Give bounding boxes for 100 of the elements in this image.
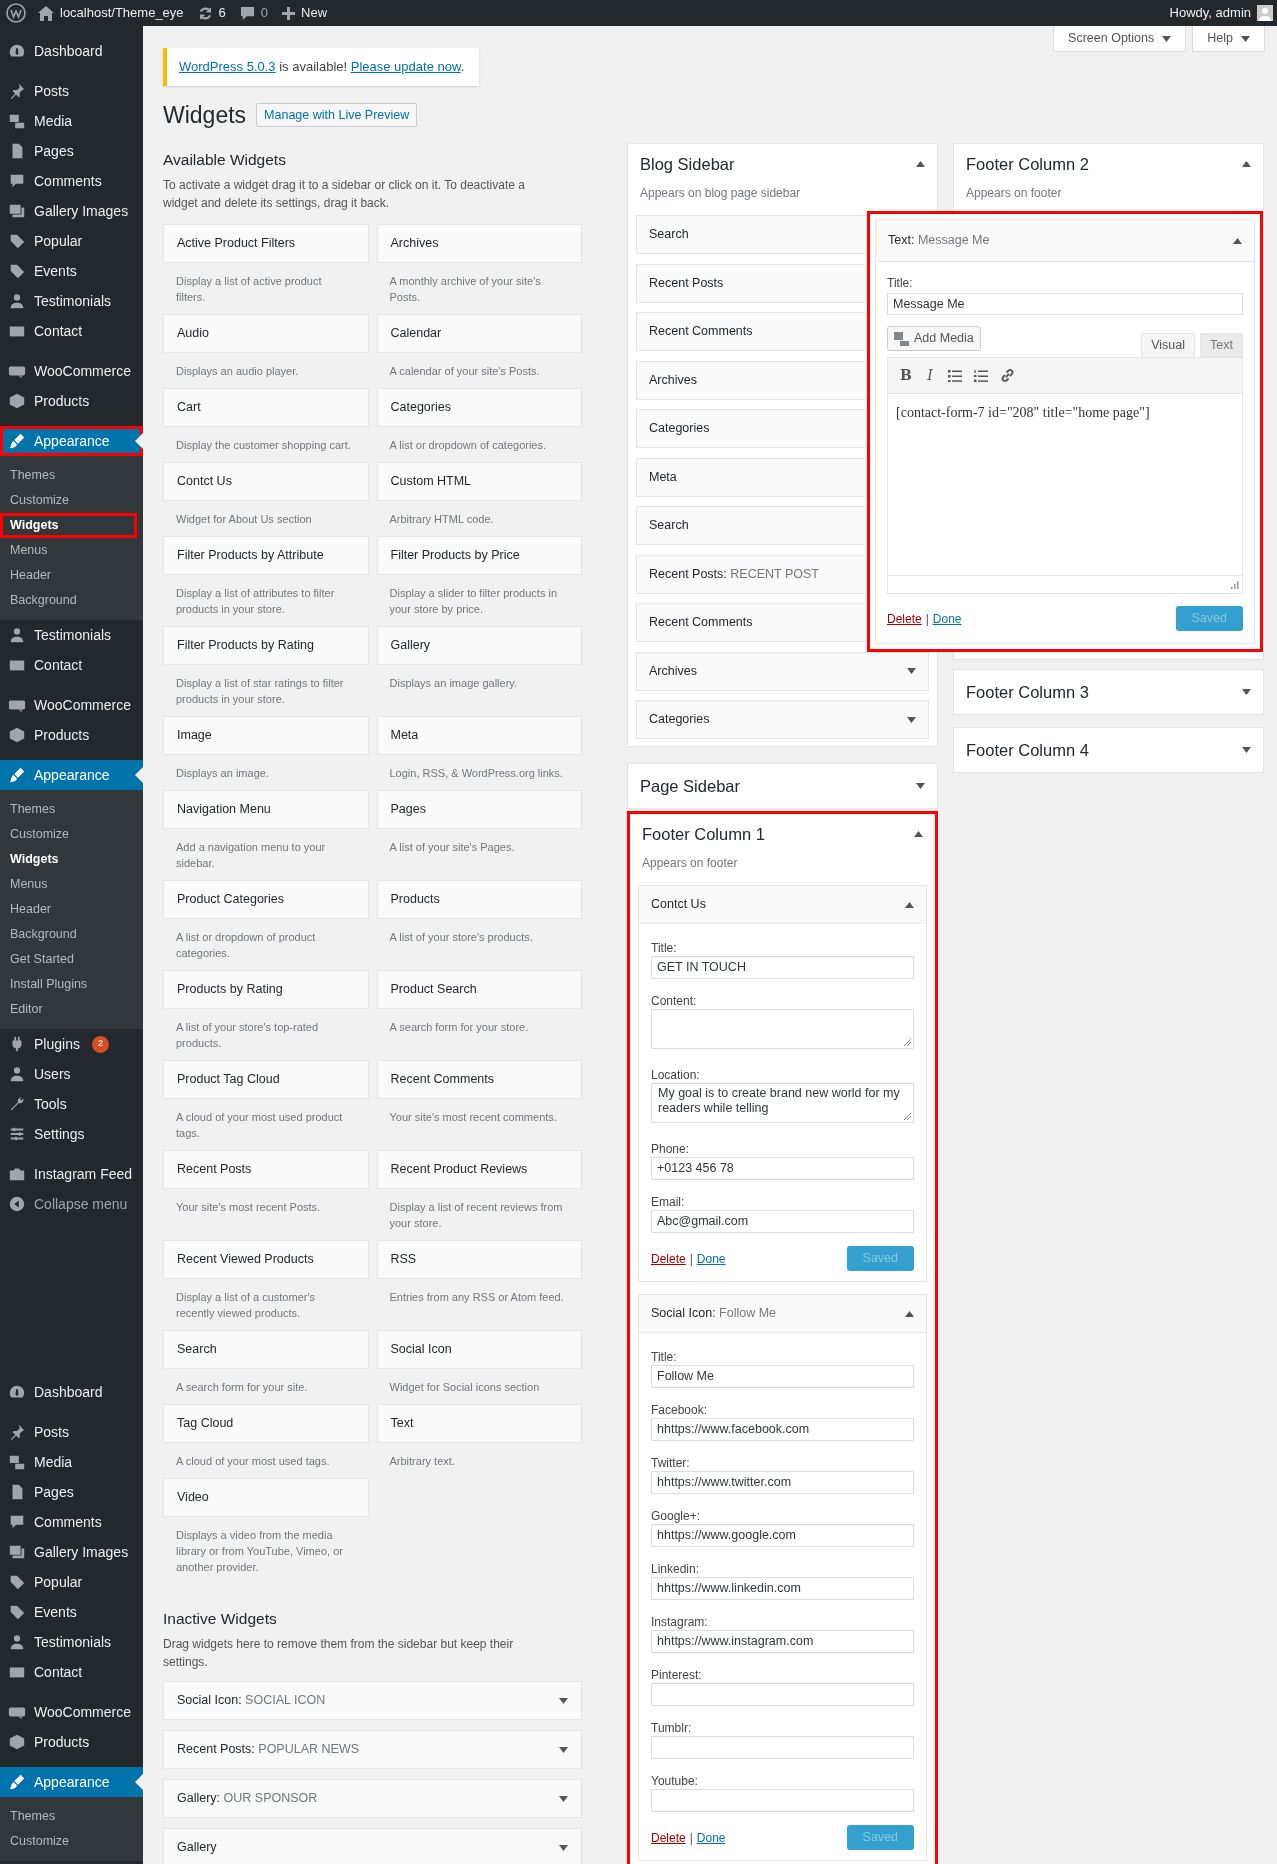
menu-item[interactable]: Products (0, 1727, 143, 1757)
submenu-item[interactable]: Menus (0, 538, 143, 563)
menu-item[interactable]: Comments (0, 166, 143, 196)
menu-item[interactable]: Instagram Feed (0, 1159, 143, 1189)
site-link[interactable]: localhost/Theme_eye (38, 3, 184, 23)
submenu-item[interactable]: Install Plugins (0, 972, 143, 997)
caret-up-icon[interactable] (905, 1310, 914, 1317)
menu-item[interactable]: Pages (0, 1477, 143, 1507)
input-field[interactable]: hhttps://www.instagram.com (651, 1630, 914, 1653)
input-field[interactable]: Message Me (887, 293, 1243, 315)
submenu-item[interactable]: Editor (0, 997, 143, 1022)
panel-title[interactable]: Footer Column 1 (642, 821, 765, 847)
menu-item[interactable]: Gallery Images (0, 1537, 143, 1567)
menu-item[interactable]: Posts (0, 76, 143, 106)
editor-content[interactable]: [contact-form-7 id="208" title="home page"] (887, 394, 1243, 575)
menu-item[interactable]: Plugins 2 (0, 1029, 143, 1059)
screen-tab[interactable]: Screen Options (1053, 26, 1187, 52)
caret-up-icon[interactable] (914, 831, 923, 837)
widget-row[interactable]: Gallery: OUR SPONSOR (163, 1779, 582, 1818)
widget-tile[interactable]: Recent Posts (163, 1150, 369, 1189)
panel-title[interactable]: Footer Column 4 (966, 737, 1089, 763)
done-link[interactable]: Done (696, 1828, 726, 1847)
menu-item[interactable]: Testimonials (0, 620, 143, 650)
widget-row[interactable]: Archives (636, 651, 929, 691)
add-media-button[interactable]: Add Media (887, 326, 981, 351)
menu-item[interactable]: Media (0, 1447, 143, 1477)
menu-item[interactable]: Posts (0, 1417, 143, 1447)
menu-item[interactable]: Events (0, 256, 143, 286)
caret-down-icon[interactable] (559, 1795, 568, 1802)
widget-tile[interactable]: Filter Products by Price (376, 536, 582, 575)
widget-row[interactable]: Social Icon: SOCIAL ICON (163, 1681, 582, 1720)
updates-link[interactable]: 6 (197, 3, 226, 23)
caret-down-icon[interactable] (916, 783, 925, 789)
menu-item[interactable]: WooCommerce (0, 356, 143, 386)
panel-title[interactable]: Footer Column 3 (966, 679, 1089, 705)
delete-link[interactable]: Delete (651, 1828, 686, 1847)
menu-item[interactable]: Comments (0, 1507, 143, 1537)
caret-down-icon[interactable] (559, 1844, 568, 1851)
submenu-item[interactable]: Themes (0, 463, 143, 488)
widget-tile[interactable]: Filter Products by Rating (163, 626, 369, 665)
caret-down-icon[interactable] (907, 716, 916, 723)
caret-up-icon[interactable] (905, 901, 914, 908)
widget-tile[interactable]: Contct Us (163, 462, 369, 501)
widget-tile[interactable]: Products (376, 880, 582, 919)
widget-row[interactable]: Categories (636, 700, 929, 739)
menu-item[interactable]: Settings (0, 1119, 143, 1149)
done-link[interactable]: Done (696, 1249, 726, 1268)
widget-tile[interactable]: Video (163, 1478, 369, 1517)
menu-item[interactable]: WooCommerce (0, 690, 143, 720)
menu-item[interactable]: Popular (0, 226, 143, 256)
input-field[interactable] (651, 1736, 914, 1759)
comments-link[interactable]: 0 (239, 3, 269, 23)
menu-item[interactable]: Media (0, 106, 143, 136)
submenu-item[interactable]: Customize (0, 1829, 143, 1854)
input-field[interactable]: GET IN TOUCH (651, 956, 914, 979)
widget-tile[interactable]: Social Icon (376, 1330, 582, 1369)
widget-tile[interactable]: Recent Comments (376, 1060, 582, 1099)
caret-up-icon[interactable] (1242, 161, 1251, 167)
caret-down-icon[interactable] (1242, 689, 1251, 695)
submenu-item[interactable]: Background (0, 588, 143, 613)
submenu-item[interactable]: Header (0, 897, 143, 922)
logo-icon[interactable] (6, 3, 26, 23)
panel-title[interactable]: Blog Sidebar (640, 151, 735, 177)
submenu-item[interactable]: Themes (0, 797, 143, 822)
widget-row[interactable]: Recent Posts: POPULAR NEWS (163, 1730, 582, 1769)
new-link[interactable]: New (282, 3, 328, 23)
input-field[interactable]: hhttps://www.linkedin.com (651, 1577, 914, 1600)
widget-tile[interactable]: Meta (376, 716, 582, 755)
panel-title[interactable]: Footer Column 2 (966, 151, 1089, 177)
menu-item[interactable]: Appearance (0, 426, 143, 456)
widget-tile[interactable]: Product Search (376, 970, 582, 1009)
submenu-item[interactable]: Widgets (0, 847, 143, 872)
menu-item[interactable]: Testimonials (0, 1627, 143, 1657)
menu-item[interactable]: Contact (0, 1657, 143, 1687)
widget-tile[interactable]: Custom HTML (376, 462, 582, 501)
link-icon[interactable] (1000, 368, 1015, 383)
input-field[interactable]: Follow Me (651, 1365, 914, 1388)
widget-tile[interactable]: Image (163, 716, 369, 755)
widget-tile[interactable]: Product Categories (163, 880, 369, 919)
caret-down-icon[interactable] (559, 1697, 568, 1704)
menu-item[interactable]: Users (0, 1059, 143, 1089)
menu-item[interactable]: Collapse menu (0, 1189, 143, 1219)
panel-title[interactable]: Page Sidebar (640, 773, 740, 799)
widget-tile[interactable]: RSS (376, 1240, 582, 1279)
resize-handle-icon[interactable] (904, 1039, 911, 1046)
version-link[interactable]: WordPress 5.0.3 (179, 59, 276, 75)
submenu-item[interactable]: Customize (0, 822, 143, 847)
bold-button[interactable]: B (900, 365, 912, 386)
widget-tile[interactable]: Cart (163, 388, 369, 427)
menu-item[interactable]: Events (0, 1597, 143, 1627)
widget-tile[interactable]: Categories (376, 388, 582, 427)
menu-item[interactable]: Gallery Images (0, 196, 143, 226)
submenu-item[interactable]: Background (0, 922, 143, 947)
menu-item[interactable]: Products (0, 720, 143, 750)
input-field[interactable]: +0123 456 78 (651, 1157, 914, 1180)
menu-item[interactable]: Testimonials (0, 286, 143, 316)
done-link[interactable]: Done (932, 609, 962, 628)
menu-item[interactable]: Dashboard (0, 36, 143, 66)
caret-down-icon[interactable] (907, 668, 916, 674)
widget-tile[interactable]: Navigation Menu (163, 790, 369, 829)
